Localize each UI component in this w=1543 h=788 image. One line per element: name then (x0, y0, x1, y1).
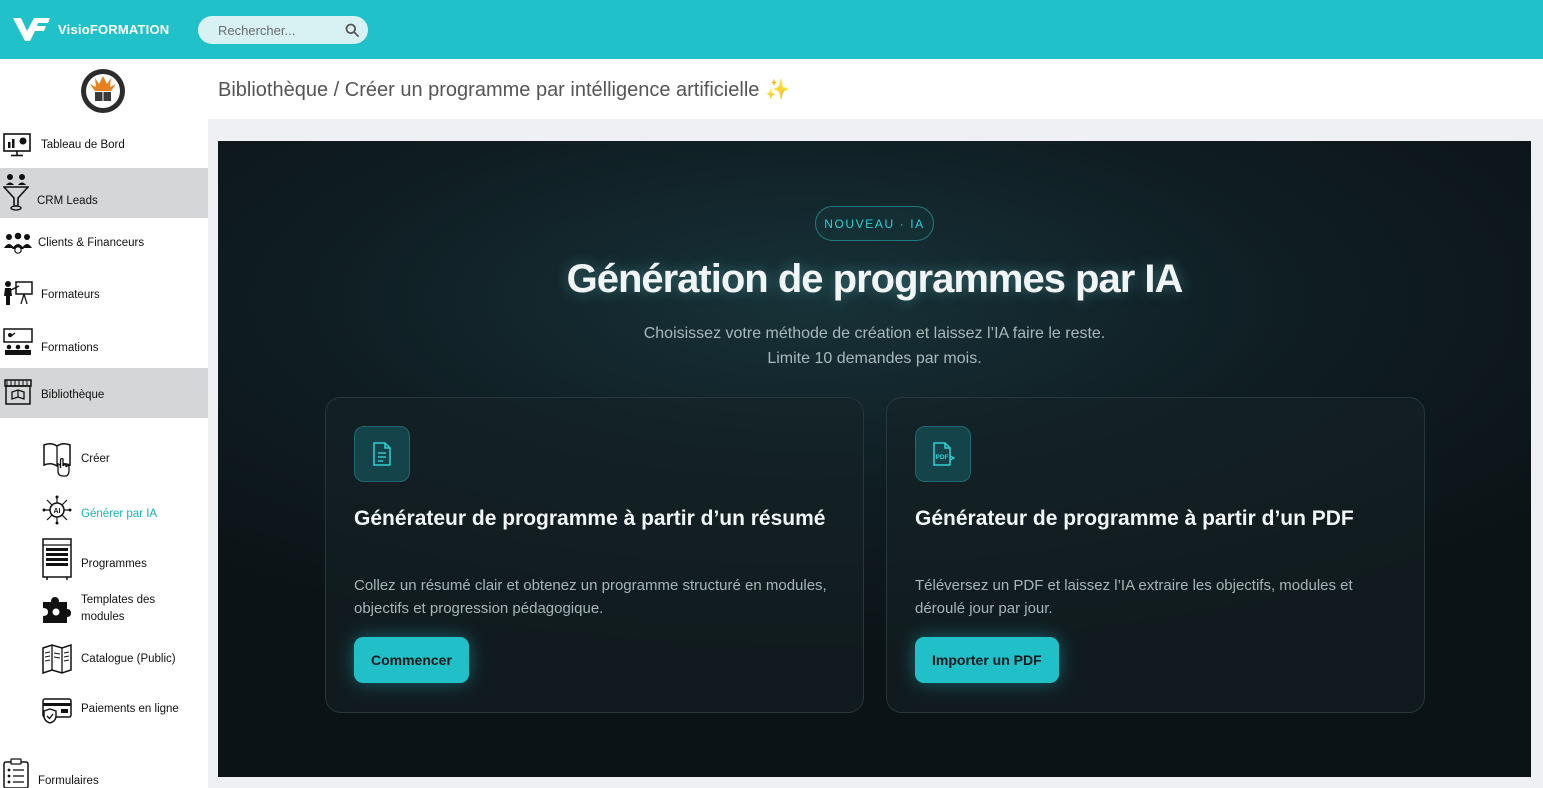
sidebar-item-label: Formations (41, 342, 99, 354)
pdf-file-icon: PDF (915, 426, 971, 482)
sidebar-item-tableau-de-bord[interactable]: Tableau de Bord (0, 125, 208, 168)
classroom-icon (3, 328, 33, 355)
brochure-icon (42, 644, 72, 674)
subitem-creer[interactable]: Créer (0, 439, 208, 483)
funnel-people-icon (3, 174, 29, 211)
organization-seal-icon (81, 69, 125, 113)
schedule-grid-icon (42, 538, 72, 580)
clipboard-list-icon (3, 758, 29, 788)
sidebar-item-formations[interactable]: Formations (0, 320, 208, 368)
card-description: Téléversez un PDF et laissez l’IA extrai… (915, 577, 1353, 617)
ai-generation-panel: NOUVEAU · IA Génération de programmes pa… (218, 141, 1531, 777)
breadcrumb: Bibliothèque / Créer un programme par in… (218, 77, 790, 102)
sidebar-item-label: Bibliothèque (41, 389, 105, 401)
start-button[interactable]: Commencer (354, 637, 469, 683)
sidebar-item-formateurs[interactable]: Formateurs (0, 268, 208, 320)
subitem-label: Templates des modules (81, 594, 156, 623)
secure-card-icon (42, 698, 72, 724)
subitem-generer-par-ia[interactable]: AI Générer par IA (0, 493, 208, 535)
sidebar-item-label: Formateurs (41, 289, 100, 301)
subitem-label: Créer (81, 453, 110, 465)
subitem-catalogue-public[interactable]: Catalogue (Public) (0, 643, 208, 687)
sidebar-item-crm-leads[interactable]: CRM Leads (0, 168, 208, 218)
sidebar: Tableau de Bord CRM Leads Clients & Fina… (0, 59, 208, 788)
subitem-programmes[interactable]: Programmes (0, 537, 208, 583)
brand[interactable]: VisioFORMATION (12, 14, 169, 44)
page-title: Génération de programmes par IA (566, 257, 1184, 301)
sidebar-item-label: CRM Leads (37, 195, 98, 207)
new-ai-badge: NOUVEAU · IA (815, 206, 934, 241)
sparkle-icon: ✨ (764, 79, 790, 101)
library-store-icon (4, 379, 32, 405)
hero-subtitle: Choisissez votre méthode de création et … (218, 321, 1531, 371)
hero-subtitle-line-1: Choisissez votre méthode de création et … (643, 325, 1106, 342)
subitem-label: Programmes (81, 558, 147, 570)
pdf-generator-card: PDF Générateur de programme à partir d’u… (886, 397, 1425, 713)
card-description: Collez un résumé clair et obtenez un pro… (354, 577, 827, 617)
summary-generator-card: Générateur de programme à partir d’un ré… (325, 397, 864, 713)
subitem-label: Paiements en ligne (81, 703, 179, 715)
card-title: Générateur de programme à partir d’un PD… (915, 507, 1354, 530)
search-icon[interactable] (345, 23, 359, 37)
svg-text:PDF: PDF (936, 454, 949, 461)
sidebar-item-formulaires[interactable]: Formulaires (0, 756, 208, 788)
card-title: Générateur de programme à partir d’un ré… (354, 507, 826, 530)
brand-name: VisioFORMATION (58, 21, 170, 37)
people-group-icon (4, 232, 32, 254)
hero-subtitle-line-2: Limite 10 demandes par mois. (767, 350, 982, 367)
sidebar-item-label: Clients & Financeurs (38, 237, 145, 249)
search-box[interactable] (198, 16, 368, 44)
search-input[interactable] (218, 22, 336, 38)
subitem-paiements-en-ligne[interactable]: Paiements en ligne (0, 693, 208, 737)
sidebar-item-label: Tableau de Bord (41, 139, 125, 151)
ai-chip-icon: AI (42, 495, 72, 525)
puzzle-icon (43, 597, 71, 623)
vf-logo-icon (13, 18, 50, 41)
sidebar-item-label: Formulaires (38, 775, 99, 787)
top-bar: VisioFORMATION (0, 0, 1543, 59)
subitem-templates-des-modules[interactable]: Templates des modules (0, 591, 208, 635)
sidebar-item-clients-financeurs[interactable]: Clients & Financeurs (0, 218, 208, 268)
breadcrumb-text: Bibliothèque / Créer un programme par in… (218, 79, 760, 101)
import-pdf-button[interactable]: Importer un PDF (915, 637, 1059, 683)
svg-text:AI: AI (54, 508, 61, 515)
sidebar-item-bibliotheque[interactable]: Bibliothèque (0, 368, 208, 418)
page-header: Bibliothèque / Créer un programme par in… (208, 59, 1543, 119)
subitem-label: Générer par IA (81, 508, 158, 520)
dashboard-monitor-icon (3, 133, 31, 157)
trainer-board-icon (4, 281, 33, 305)
book-hand-icon (43, 442, 71, 477)
subitem-label: Catalogue (Public) (81, 653, 176, 665)
document-icon (354, 426, 410, 482)
